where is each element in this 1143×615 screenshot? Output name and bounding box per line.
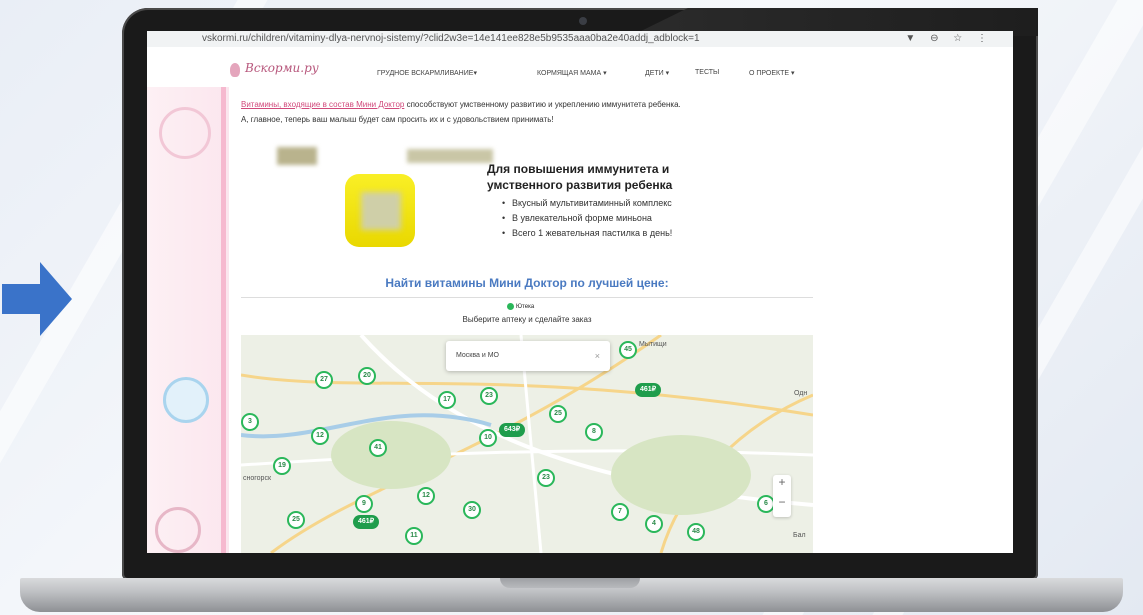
pharmacy-cluster-pin[interactable]: 4 — [645, 515, 663, 533]
article-intro: Витамины, входящие в состав Мини Доктор … — [241, 97, 921, 127]
map-label: Бал — [793, 532, 806, 539]
flower-decoration — [163, 377, 209, 423]
flower-decoration — [159, 107, 211, 159]
site-header: Вскорми.ру ГРУДНОЕ ВСКАРМЛИВАНИЕ▾ КОРМЯЩ… — [147, 57, 1013, 87]
city-value[interactable]: Москва и МО — [456, 352, 499, 359]
map-label: Одн — [794, 390, 808, 397]
flower-decoration — [155, 507, 201, 553]
map-zoom-control[interactable]: + − — [773, 475, 791, 517]
nav-item-children[interactable]: ДЕТИ ▾ — [645, 69, 669, 77]
laptop-screen: vskormi.ru/children/vitaminy-dlya-nervno… — [147, 31, 1013, 553]
pharmacy-cluster-pin[interactable]: 10 — [479, 429, 497, 447]
nav-item-breastfeeding[interactable]: ГРУДНОЕ ВСКАРМЛИВАНИЕ▾ — [377, 69, 477, 77]
city-select[interactable]: Москва и МО × — [446, 341, 610, 371]
pharmacy-cluster-pin[interactable]: 25 — [287, 511, 305, 529]
clear-icon[interactable]: × — [595, 351, 600, 361]
intro-text-line2: А, главное, теперь ваш малыш будет сам п… — [241, 115, 554, 124]
browser-address-bar[interactable]: vskormi.ru/children/vitaminy-dlya-nervno… — [147, 31, 1013, 47]
intro-text: способствуют умственному развитию и укре… — [404, 100, 681, 109]
promo-title: Для повышения иммунитета и умственного р… — [487, 162, 673, 192]
pharmacy-cluster-pin[interactable]: 17 — [438, 391, 456, 409]
promo-bullet: Вкусный мультивитаминный комплекс — [502, 196, 672, 211]
price-marker[interactable]: 461₽ — [353, 515, 380, 529]
pharmacy-provider-logo[interactable]: Ютека — [507, 303, 534, 310]
pharmacy-cluster-pin[interactable]: 8 — [585, 423, 603, 441]
choose-pharmacy-text: Выберите аптеку и сделайте заказ — [462, 315, 592, 324]
pharmacy-cluster-pin[interactable]: 48 — [687, 523, 705, 541]
vitamins-link[interactable]: Витамины, входящие в состав Мини Доктор — [241, 100, 404, 109]
divider — [241, 297, 813, 298]
pharmacy-cluster-pin[interactable]: 12 — [417, 487, 435, 505]
price-marker[interactable]: 461₽ — [635, 383, 662, 397]
pharmacy-cluster-pin[interactable]: 9 — [355, 495, 373, 513]
nav-item-nursing-mom[interactable]: КОРМЯЩАЯ МАМА ▾ — [537, 69, 607, 77]
webcam — [579, 17, 587, 25]
pharmacy-cluster-pin[interactable]: 30 — [463, 501, 481, 519]
map-label: сногорск — [243, 475, 272, 482]
logo-icon[interactable] — [230, 63, 240, 77]
pharmacy-cluster-pin[interactable]: 45 — [619, 341, 637, 359]
find-price-heading: Найти витамины Мини Доктор по лучшей цен… — [385, 276, 669, 290]
zoom-in-button[interactable]: + — [773, 475, 791, 489]
pharmacy-cluster-pin[interactable]: 3 — [241, 413, 259, 431]
price-marker[interactable]: 643₽ — [499, 423, 526, 437]
pharmacy-map[interactable]: Мытищи сногорск Бал Одн Москва и МО × 45… — [241, 335, 813, 553]
nav-item-tests[interactable]: ТЕСТЫ — [695, 69, 719, 76]
pharmacy-cluster-pin[interactable]: 7 — [611, 503, 629, 521]
laptop-hinge-notch — [500, 578, 640, 588]
pharmacy-cluster-pin[interactable]: 25 — [549, 405, 567, 423]
pharmacy-cluster-pin[interactable]: 19 — [273, 457, 291, 475]
promo-bullet: Всего 1 жевательная пастилка в день! — [502, 226, 672, 241]
nav-item-about[interactable]: О ПРОЕКТЕ ▾ — [749, 69, 795, 77]
ribbon-decoration — [221, 87, 226, 553]
site-logo[interactable]: Вскорми.ру — [245, 61, 319, 75]
pharmacy-cluster-pin[interactable]: 41 — [369, 439, 387, 457]
pointer-arrow-icon — [2, 262, 72, 336]
map-label: Мытищи — [639, 341, 667, 348]
pharmacy-cluster-pin[interactable]: 23 — [480, 387, 498, 405]
blurred-product-image — [277, 147, 317, 165]
pharmacy-cluster-pin[interactable]: 23 — [537, 469, 555, 487]
pharmacy-cluster-pin[interactable]: 12 — [311, 427, 329, 445]
pharmacy-cluster-pin[interactable]: 27 — [315, 371, 333, 389]
provider-logo-icon — [507, 303, 514, 310]
url-text[interactable]: vskormi.ru/children/vitaminy-dlya-nervno… — [202, 31, 700, 47]
blurred-product-image — [407, 149, 493, 163]
promo-bullets: Вкусный мультивитаминный комплекс В увле… — [502, 196, 672, 241]
pharmacy-cluster-pin[interactable]: 11 — [405, 527, 423, 545]
floral-sidebar-decoration — [147, 87, 229, 553]
vitamin-jar-image — [345, 174, 415, 247]
browser-toolbar-icons[interactable]: ▼ ⊖ ☆ ⋮ — [905, 31, 993, 47]
promo-bullet: В увлекательной форме миньона — [502, 211, 672, 226]
zoom-out-button[interactable]: − — [773, 495, 791, 509]
pharmacy-cluster-pin[interactable]: 20 — [358, 367, 376, 385]
